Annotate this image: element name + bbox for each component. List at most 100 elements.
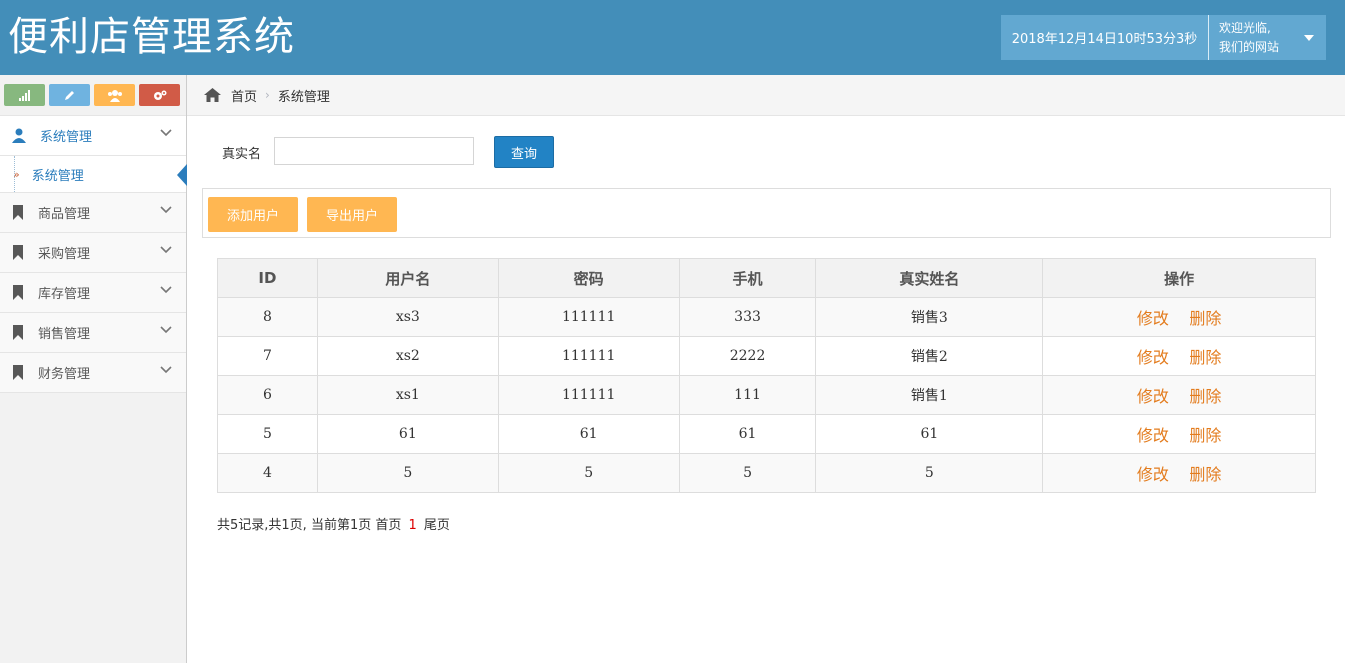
search-input[interactable] [274,137,474,165]
table-cell: 5 [815,453,1044,493]
sidebar: 系统管理 » 系统管理 商品管理 采购管理 库存管理 销售管理 财务管理 [0,75,187,663]
sidebar-item-label: 系统管理 [40,130,93,145]
bookmark-icon [13,205,23,220]
chevron-down-icon [160,246,172,254]
edit-link[interactable]: 修改 [1137,426,1169,445]
table-cell: 4 [217,453,318,493]
breadcrumb-current: 系统管理 [277,89,330,105]
sidebar-item-label: 销售管理 [38,327,91,342]
sidebar-subitem-system[interactable]: » 系统管理 [0,156,187,193]
home-icon [204,88,221,102]
column-header: 手机 [678,258,817,298]
add-user-button[interactable]: 添加用户 [208,197,298,232]
pagination: 共5记录,共1页, 当前第1页 首页 1 尾页 [217,514,450,533]
column-header: 操作 [1042,258,1316,298]
actions-cell: 修改 删除 [1042,453,1316,493]
last-page-link[interactable]: 尾页 [424,518,450,533]
pencil-shortcut-button[interactable] [49,84,90,106]
active-pointer [177,164,187,186]
table-cell: 5 [678,453,817,493]
table-cell: 2222 [678,336,817,376]
table-cell: 61 [497,414,680,454]
header-right: 2018年12月14日10时53分3秒 欢迎光临, 我们的网站 [1001,15,1326,60]
breadcrumb-separator: › [265,88,270,102]
caret-down-icon [1304,35,1314,41]
actions-cell: 修改 删除 [1042,297,1316,337]
breadcrumb: 首页 › 系统管理 [187,75,1345,116]
table-cell: 5 [217,414,318,454]
table-cell: 111111 [497,336,680,376]
sidebar-item-finance[interactable]: 财务管理 [0,353,186,393]
bookmark-icon [13,365,23,380]
table-cell: xs2 [316,336,499,376]
signal-icon [18,90,30,101]
edit-link[interactable]: 修改 [1137,348,1169,367]
sidebar-item-sales[interactable]: 销售管理 [0,313,186,353]
column-header: 密码 [497,258,680,298]
top-navbar: 便利店管理系统 2018年12月14日10时53分3秒 欢迎光临, 我们的网站 [0,0,1345,75]
delete-link[interactable]: 删除 [1189,309,1221,328]
table-cell: 111111 [497,375,680,415]
column-header: 用户名 [316,258,499,298]
sidebar-item-purchase[interactable]: 采购管理 [0,233,186,273]
table-cell: xs1 [316,375,499,415]
user-icon [12,128,26,143]
users-icon [107,89,122,102]
table-cell: 61 [316,414,499,454]
datetime-display: 2018年12月14日10时53分3秒 [1001,15,1208,60]
pencil-icon [65,90,74,100]
search-label: 真实名 [222,147,262,162]
query-button[interactable]: 查询 [494,136,554,168]
table-row: 5 61 61 61 61 修改 删除 [217,414,1316,454]
page-link-current[interactable]: 1 [408,518,416,533]
export-users-button[interactable]: 导出用户 [307,197,397,232]
actions-cell: 修改 删除 [1042,375,1316,415]
delete-link[interactable]: 删除 [1189,465,1221,484]
table-row: 8 xs3 111111 333 销售3 修改 删除 [217,297,1316,337]
table-cell: 61 [815,414,1044,454]
table-cell: 销售2 [815,336,1044,376]
cogs-shortcut-button[interactable] [139,84,180,106]
delete-link[interactable]: 删除 [1189,387,1221,406]
edit-link[interactable]: 修改 [1137,465,1169,484]
column-header: 真实姓名 [815,258,1044,298]
column-header: ID [217,258,318,298]
app-title: 便利店管理系统 [8,14,295,60]
users-shortcut-button[interactable] [94,84,135,106]
chevron-down-icon [160,206,172,214]
signal-shortcut-button[interactable] [4,84,45,106]
sidebar-item-label: 库存管理 [38,287,91,302]
bookmark-icon [13,285,23,300]
table-cell: 5 [316,453,499,493]
sidebar-item-label: 采购管理 [38,247,91,262]
sidebar-item-goods[interactable]: 商品管理 [0,193,186,233]
chevron-down-icon [160,366,172,374]
table-cell: 8 [217,297,318,337]
table-cell: 5 [497,453,680,493]
edit-link[interactable]: 修改 [1137,387,1169,406]
edit-link[interactable]: 修改 [1137,309,1169,328]
sidebar-item-inventory[interactable]: 库存管理 [0,273,186,313]
table-cell: xs3 [316,297,499,337]
delete-link[interactable]: 删除 [1189,426,1221,445]
sidebar-item-system[interactable]: 系统管理 [0,116,186,156]
table-cell: 111111 [497,297,680,337]
user-menu-toggle[interactable]: 欢迎光临, 我们的网站 [1208,15,1326,60]
chevron-down-icon [160,286,172,294]
breadcrumb-home-link[interactable]: 首页 [231,86,257,105]
pagination-summary: 共5记录,共1页, 当前第1页 首页 [217,518,402,533]
sidebar-nav: 系统管理 » 系统管理 商品管理 采购管理 库存管理 销售管理 财务管理 [0,115,187,393]
table-cell: 333 [678,297,817,337]
table-cell: 7 [217,336,318,376]
bookmark-icon [13,245,23,260]
chevron-down-icon [160,326,172,334]
users-table: ID 用户名 密码 手机 真实姓名 操作 8 xs3 111111 333 销售… [217,258,1316,493]
table-row: 4 5 5 5 5 修改 删除 [217,453,1316,493]
table-cell: 111 [678,375,817,415]
bookmark-icon [13,325,23,340]
actions-cell: 修改 删除 [1042,336,1316,376]
table-cell: 销售1 [815,375,1044,415]
chevron-down-icon [160,129,172,137]
actions-cell: 修改 删除 [1042,414,1316,454]
delete-link[interactable]: 删除 [1189,348,1221,367]
